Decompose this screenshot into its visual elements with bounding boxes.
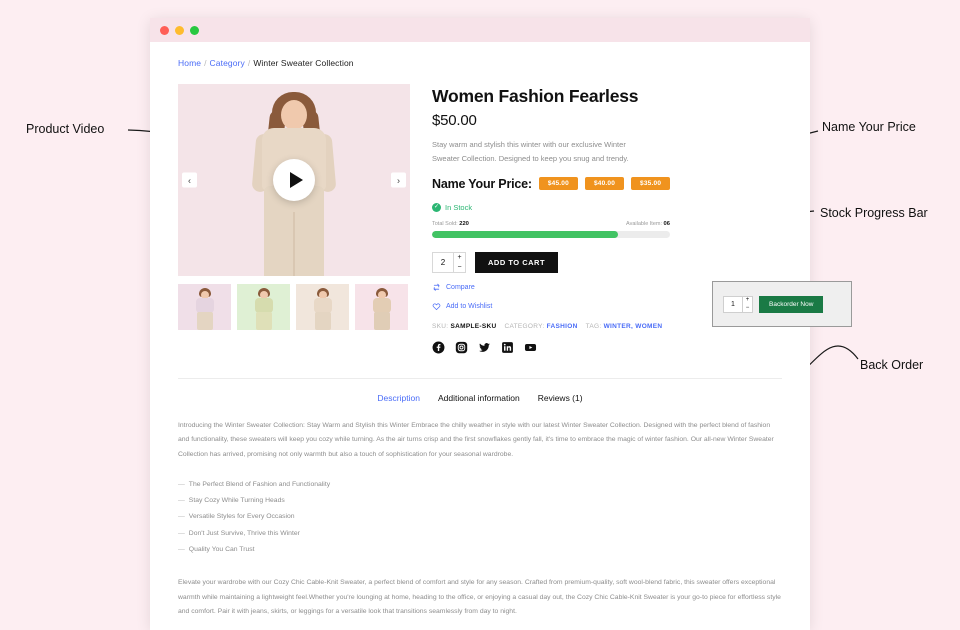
stock-status-label: In Stock — [445, 202, 473, 212]
list-item: — Stay Cozy While Turning Heads — [178, 496, 285, 504]
product-hero-image[interactable]: ‹ › — [178, 84, 410, 276]
product-description: Stay warm and stylish this winter with o… — [432, 140, 629, 163]
list-item: — Versatile Styles for Every Occasion — [178, 513, 295, 521]
description-bullet-list: — The Perfect Blend of Fashion and Functi… — [178, 477, 782, 559]
twitter-icon[interactable] — [478, 341, 491, 354]
backorder-decrement-icon[interactable]: − — [743, 304, 752, 312]
sku-value: SAMPLE-SKU — [450, 322, 497, 330]
breadcrumb-home[interactable]: Home — [178, 58, 201, 68]
tab-reviews[interactable]: Reviews (1) — [538, 393, 583, 403]
add-to-cart-button[interactable]: ADD TO CART — [475, 251, 559, 273]
breadcrumb-separator-2: / — [247, 58, 251, 68]
compare-label: Compare — [446, 283, 475, 291]
quantity-increment-icon[interactable]: + — [454, 253, 465, 263]
instagram-icon[interactable] — [455, 341, 468, 354]
breadcrumb: Home / Category / Winter Sweater Collection — [178, 58, 782, 68]
list-item: — Don't Just Survive, Thrive this Winter — [178, 529, 300, 537]
quantity-stepper[interactable]: 2 + − — [432, 251, 466, 273]
quantity-decrement-icon[interactable]: − — [454, 262, 465, 272]
page-content: Home / Category / Winter Sweater Collection … — [150, 42, 810, 630]
gallery-next-arrow-icon[interactable]: › — [391, 172, 406, 188]
gallery-thumbnails — [178, 284, 410, 330]
check-circle-icon: ✓ — [432, 202, 441, 212]
compare-icon — [433, 283, 440, 291]
minimize-window-dot[interactable] — [175, 25, 184, 35]
name-your-price-label: Name Your Price: — [432, 176, 532, 191]
gallery-thumbnail[interactable] — [355, 284, 408, 330]
social-share-row — [432, 341, 782, 354]
annotation-back-order: Back Order — [860, 358, 924, 372]
browser-window: Home / Category / Winter Sweater Collection … — [150, 18, 810, 630]
backorder-quantity-stepper[interactable]: 1 + − — [723, 295, 753, 313]
list-item: — The Perfect Blend of Fashion and Functi… — [178, 480, 331, 488]
stock-progress-bar: Total Sold: 220 Available Item: 06 — [432, 221, 670, 238]
product-top-section: ‹ › Women Fashion Fearless $50.00 Stay w… — [178, 84, 782, 354]
stock-status: ✓ In Stock — [432, 202, 782, 212]
name-your-price-section: Name Your Price: $45.00 $40.00 $35.00 — [432, 177, 782, 191]
annotation-stock-progress-bar: Stock Progress Bar — [820, 206, 928, 220]
screenshot-root: Product Video Name Your Price Stock Prog… — [0, 0, 960, 630]
linkedin-icon[interactable] — [501, 341, 514, 354]
backorder-quantity-value[interactable]: 1 — [724, 297, 742, 312]
maximize-window-dot[interactable] — [190, 25, 199, 35]
tag-label: TAG: — [585, 322, 602, 330]
product-tabs: Description Additional information Revie… — [178, 379, 782, 403]
quantity-value[interactable]: 2 — [433, 253, 453, 272]
price-option-2[interactable]: $40.00 — [584, 177, 625, 191]
tag-value[interactable]: WINTER, WOMEN — [604, 323, 663, 330]
play-video-button[interactable] — [273, 159, 315, 201]
progress-track — [432, 230, 670, 238]
breadcrumb-category[interactable]: Category — [210, 58, 245, 68]
product-title: Women Fashion Fearless — [432, 86, 639, 106]
price-option-3[interactable]: $35.00 — [631, 177, 671, 191]
backorder-panel: 1 + − Backorder Now — [712, 281, 852, 327]
close-window-dot[interactable] — [160, 25, 169, 35]
annotation-product-video: Product Video — [26, 122, 105, 136]
gallery-thumbnail[interactable] — [296, 284, 349, 330]
description-paragraph-1: Introducing the Winter Sweater Collectio… — [178, 421, 774, 458]
product-gallery: ‹ › — [178, 84, 410, 354]
price-option-1[interactable]: $45.00 — [538, 177, 578, 191]
breadcrumb-current: Winter Sweater Collection — [253, 58, 354, 68]
gallery-thumbnail[interactable] — [237, 284, 290, 330]
progress-fill — [432, 230, 618, 238]
add-to-cart-row: 2 + − ADD TO CART — [432, 251, 782, 273]
product-price: $50.00 — [432, 112, 477, 129]
category-label: CATEGORY: — [504, 322, 545, 330]
stock-progress-meta: Total Sold: 220 Available Item: 06 — [432, 221, 670, 227]
youtube-icon[interactable] — [524, 341, 537, 354]
breadcrumb-separator-1: / — [204, 58, 207, 68]
gallery-prev-arrow-icon[interactable]: ‹ — [182, 172, 197, 188]
facebook-icon[interactable] — [432, 341, 445, 354]
total-sold: Total Sold: 220 — [432, 220, 469, 227]
sku-label: SKU: — [432, 322, 449, 330]
annotation-name-your-price: Name Your Price — [822, 120, 916, 134]
wishlist-label: Add to Wishlist — [446, 302, 493, 310]
category-value[interactable]: FASHION — [547, 323, 578, 330]
gallery-thumbnail[interactable] — [178, 284, 231, 330]
available-item: Available Item: 06 — [626, 220, 670, 227]
list-item: — Quality You Can Trust — [178, 545, 255, 553]
tab-description[interactable]: Description — [377, 393, 420, 403]
description-paragraph-2: Elevate your wardrobe with our Cozy Chic… — [178, 579, 781, 616]
browser-titlebar — [150, 18, 810, 42]
tab-additional-information[interactable]: Additional information — [438, 393, 520, 403]
play-icon — [289, 172, 303, 188]
heart-icon — [432, 303, 441, 310]
backorder-increment-icon[interactable]: + — [743, 297, 752, 305]
backorder-now-button[interactable]: Backorder Now — [759, 295, 824, 313]
